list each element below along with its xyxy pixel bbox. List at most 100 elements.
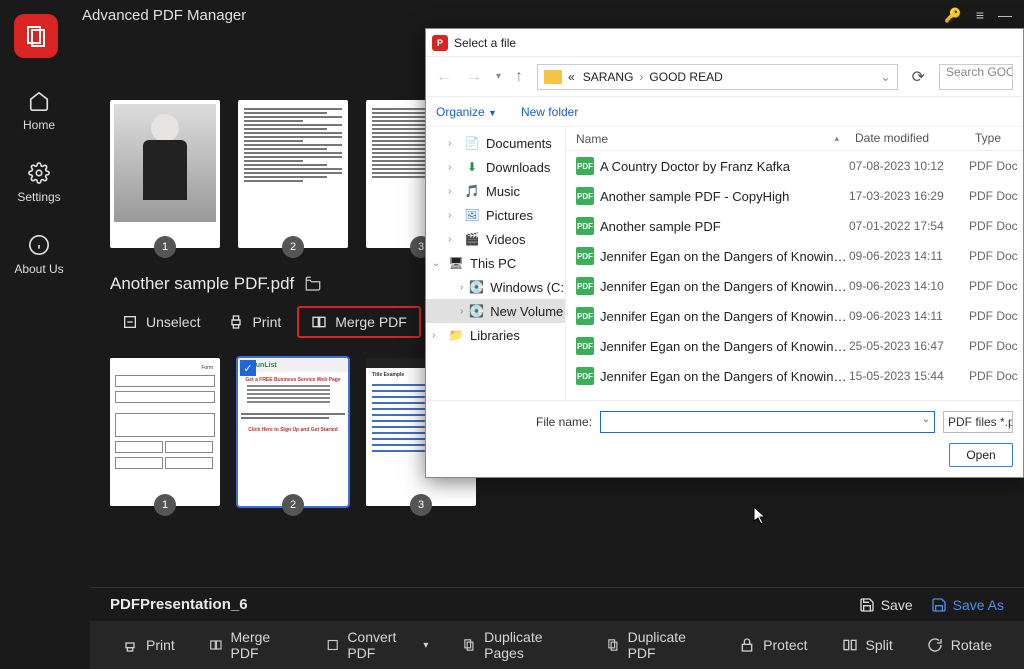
videos-icon: 🎬 xyxy=(464,231,480,247)
tree-downloads[interactable]: ›⬇Downloads xyxy=(426,155,565,179)
file-name: Another sample PDF xyxy=(600,219,849,234)
pdf-app-icon: P xyxy=(432,35,448,51)
save-button[interactable]: Save xyxy=(859,597,913,613)
chevron-down-icon[interactable]: ⌄ xyxy=(922,414,930,425)
merge-pdf-button[interactable]: Merge PDF xyxy=(297,306,421,338)
organize-menu[interactable]: Organize ▼ xyxy=(436,105,497,119)
merge-pdf-button[interactable]: Merge PDF xyxy=(197,623,304,667)
print-button[interactable]: Print xyxy=(216,308,293,336)
column-header-type[interactable]: Type xyxy=(969,127,1023,150)
file-open-dialog: P Select a file ← → ▾ ↑ « SARANG › GOOD … xyxy=(425,28,1024,478)
pdf-file-icon: PDF xyxy=(576,247,594,265)
print-icon xyxy=(228,314,244,330)
duplicate-pages-icon xyxy=(462,637,476,653)
open-button[interactable]: Open xyxy=(949,443,1013,467)
tree-music[interactable]: ›🎵Music xyxy=(426,179,565,203)
sidebar-settings-label: Settings xyxy=(17,190,60,204)
check-icon: ✓ xyxy=(240,360,256,376)
file-date: 15-05-2023 15:44 xyxy=(849,369,969,383)
page-number-badge: 1 xyxy=(154,236,176,258)
column-header-name[interactable]: Name▴ xyxy=(566,127,849,150)
page-number-badge: 3 xyxy=(410,494,432,516)
open-folder-icon[interactable] xyxy=(304,275,322,293)
rotate-button[interactable]: Rotate xyxy=(915,631,1004,659)
file-type-filter[interactable]: PDF files *.pdf xyxy=(943,411,1013,433)
address-bar[interactable]: « SARANG › GOOD READ ⌄ xyxy=(537,64,898,90)
file-row[interactable]: PDFJennifer Egan on the Dangers of Knowi… xyxy=(566,331,1023,361)
file-name: Jennifer Egan on the Dangers of Knowing.… xyxy=(600,309,849,324)
page-thumb[interactable]: 1 xyxy=(110,100,220,248)
file-name: Jennifer Egan on the Dangers of Knowing.… xyxy=(600,249,849,264)
home-icon xyxy=(28,90,50,112)
tree-documents[interactable]: ›📄Documents xyxy=(426,131,565,155)
page-number-badge: 1 xyxy=(154,494,176,516)
file-date: 09-06-2023 14:11 xyxy=(849,249,969,263)
file-type: PDF Doc xyxy=(969,219,1023,233)
convert-pdf-button[interactable]: Convert PDF▾ xyxy=(314,623,441,667)
column-header-date[interactable]: Date modified xyxy=(849,127,969,150)
file-type: PDF Doc xyxy=(969,159,1023,173)
page-thumb[interactable]: ✓ 🔶DunList Get a FREE Business Service W… xyxy=(238,358,348,506)
file-type: PDF Doc xyxy=(969,189,1023,203)
print-icon xyxy=(122,637,138,653)
breadcrumb[interactable]: GOOD READ xyxy=(647,70,724,84)
file-row[interactable]: PDFAnother sample PDF - CopyHigh17-03-20… xyxy=(566,181,1023,211)
refresh-button[interactable]: ⟳ xyxy=(912,67,925,87)
unselect-button[interactable]: Unselect xyxy=(110,308,212,336)
pdf-file-icon: PDF xyxy=(576,277,594,295)
file-date: 09-06-2023 14:11 xyxy=(849,309,969,323)
file-row[interactable]: PDF Jennifer Egan on the Dangers of Knowi… xyxy=(566,241,1023,271)
pdf-file-icon: PDF xyxy=(576,337,594,355)
split-button[interactable]: Split xyxy=(830,631,905,659)
tree-videos[interactable]: ›🎬Videos xyxy=(426,227,565,251)
app-title: Advanced PDF Manager xyxy=(82,7,246,24)
save-as-button[interactable]: Save As xyxy=(931,597,1004,613)
tree-new-volume[interactable]: ›💽New Volume xyxy=(426,299,565,323)
file-type: PDF Doc xyxy=(969,249,1023,263)
tree-libraries[interactable]: ›📁Libraries xyxy=(426,323,565,347)
search-input[interactable]: Search GOOD READ xyxy=(939,64,1013,90)
lock-icon xyxy=(739,637,755,653)
protect-button[interactable]: Protect xyxy=(727,631,819,659)
forward-button[interactable]: → xyxy=(466,68,482,86)
file-row[interactable]: PDFA Country Doctor by Franz Kafka07-08-… xyxy=(566,151,1023,181)
new-folder-button[interactable]: New folder xyxy=(521,105,578,119)
download-icon: ⬇ xyxy=(464,159,480,175)
up-button[interactable]: ↑ xyxy=(515,68,523,86)
file-row[interactable]: PDFJennifer Egan on the Dangers of Knowi… xyxy=(566,271,1023,301)
sidebar-home[interactable]: Home xyxy=(23,90,55,132)
duplicate-pdf-button[interactable]: Duplicate PDF xyxy=(594,623,717,667)
file-row[interactable]: PDFJennifer Egan on the Dangers of Knowi… xyxy=(566,301,1023,331)
recent-dropdown[interactable]: ▾ xyxy=(496,71,501,82)
pdf-file-icon: PDF xyxy=(576,157,594,175)
file-type: PDF Doc xyxy=(969,369,1023,383)
key-icon[interactable]: 🔑 xyxy=(944,7,961,24)
menu-icon[interactable]: ≡ xyxy=(976,7,984,23)
duplicate-pages-button[interactable]: Duplicate Pages xyxy=(450,623,583,667)
music-icon: 🎵 xyxy=(464,183,480,199)
file-name: Another sample PDF - CopyHigh xyxy=(600,189,849,204)
folder-icon xyxy=(544,70,562,84)
page-thumb[interactable]: Form 1 xyxy=(110,358,220,506)
sidebar-about-label: About Us xyxy=(14,262,63,276)
pdf-file-icon: PDF xyxy=(576,367,594,385)
file-row[interactable]: PDFAnother sample PDF07-01-2022 17:54PDF… xyxy=(566,211,1023,241)
back-button[interactable]: ← xyxy=(436,68,452,86)
tree-pictures[interactable]: ›🖼Pictures xyxy=(426,203,565,227)
convert-icon xyxy=(326,637,339,653)
page-thumb[interactable]: 2 xyxy=(238,100,348,248)
filename-input[interactable]: ⌄ xyxy=(600,411,935,433)
breadcrumb[interactable]: SARANG xyxy=(581,70,636,84)
tree-windows-c[interactable]: ›💽Windows (C: xyxy=(426,275,565,299)
folder-tree: ›📄Documents ›⬇Downloads ›🎵Music ›🖼Pictur… xyxy=(426,127,566,400)
file-name: Jennifer Egan on the Dangers of Knowing.… xyxy=(600,369,849,384)
print-button[interactable]: Print xyxy=(110,631,187,659)
chevron-down-icon[interactable]: ⌄ xyxy=(881,70,891,84)
tree-thispc[interactable]: ⌄🖥This PC xyxy=(426,251,565,275)
sidebar-about[interactable]: About Us xyxy=(14,234,63,276)
file-row[interactable]: PDF Jennifer Egan on the Dangers of Knowi… xyxy=(566,361,1023,391)
gear-icon xyxy=(28,162,50,184)
chevron-down-icon: ▾ xyxy=(423,640,428,651)
sidebar-settings[interactable]: Settings xyxy=(17,162,60,204)
minimize-icon[interactable]: — xyxy=(998,7,1012,23)
